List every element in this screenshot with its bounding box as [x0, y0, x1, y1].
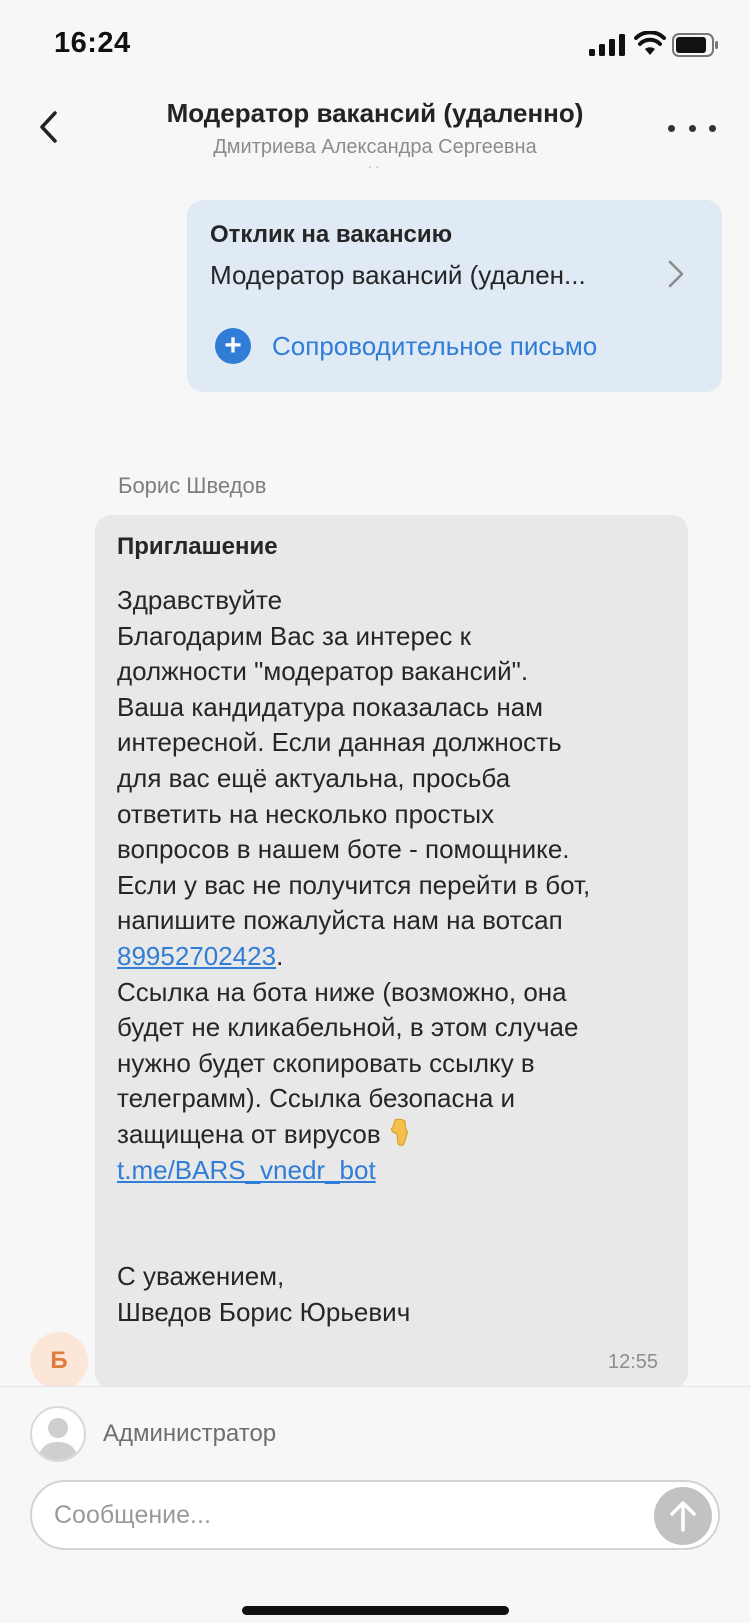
message-title: Приглашение	[117, 533, 278, 560]
sender-name: Борис Шведов	[118, 473, 267, 498]
cellular-signal-icon	[589, 34, 625, 56]
battery-icon	[672, 33, 718, 57]
more-button[interactable]	[668, 116, 716, 140]
message-body: Здравствуйте Благодарим Вас за интерес к…	[117, 583, 677, 1330]
message-bubble: Приглашение Здравствуйте Благодарим Вас …	[95, 515, 688, 1388]
user-placeholder-icon	[38, 1418, 78, 1460]
plus-circle-icon: +	[215, 328, 251, 364]
chevron-left-icon	[40, 111, 57, 143]
response-title: Отклик на вакансию	[210, 221, 453, 248]
vacancy-response-card[interactable]: Отклик на вакансию Модератор вакансий (у…	[187, 200, 722, 392]
admin-avatar	[30, 1406, 86, 1462]
chat-subtitle: Дмитриева Александра Сергеевна	[213, 136, 537, 158]
status-time: 16:24	[54, 27, 131, 59]
message-composer: Администратор	[0, 1386, 750, 1623]
message-greeting: Здравствуйте	[117, 585, 283, 615]
sender-selector[interactable]: Администратор	[30, 1405, 276, 1463]
admin-label: Администратор	[103, 1420, 277, 1447]
cover-letter-label: Сопроводительное письмо	[272, 330, 598, 361]
back-button[interactable]	[28, 102, 68, 152]
response-vacancy-name[interactable]: Модератор вакансий (удален...	[210, 260, 586, 291]
status-bar: 16:24	[0, 0, 750, 92]
header-dots: ··	[367, 158, 383, 174]
add-cover-letter-button[interactable]: + Сопроводительное письмо	[215, 326, 597, 366]
more-horizontal-icon	[668, 124, 675, 132]
home-indicator	[242, 1606, 509, 1615]
pointing-down-hand-emoji	[390, 1118, 408, 1146]
more-horizontal-icon-dot	[688, 124, 696, 132]
send-button[interactable]	[654, 1487, 712, 1545]
arrow-up-icon	[670, 1501, 696, 1532]
message-input[interactable]	[30, 1480, 720, 1550]
wifi-icon	[634, 31, 666, 55]
message-text-part2: . Ссылка на бота ниже (возможно, она буд…	[117, 940, 579, 1149]
bot-link[interactable]: t.me/BARS_vnedr_bot	[117, 1155, 376, 1185]
message-signoff: С уважением, Шведов Борис Юрьевич	[117, 1261, 411, 1327]
chat-title: Модератор вакансий (удаленно)	[166, 98, 584, 128]
chat-header: Модератор вакансий (удаленно) Дмитриева …	[0, 92, 750, 187]
more-horizontal-icon-dot	[709, 124, 716, 132]
chevron-right-icon[interactable]	[665, 258, 687, 290]
message-text-part1: Благодарим Вас за интерес к должности "м…	[117, 620, 591, 936]
message-time: 12:55	[608, 1351, 659, 1373]
phone-link[interactable]: 89952702423	[117, 941, 276, 971]
avatar[interactable]: Б	[30, 1332, 88, 1390]
